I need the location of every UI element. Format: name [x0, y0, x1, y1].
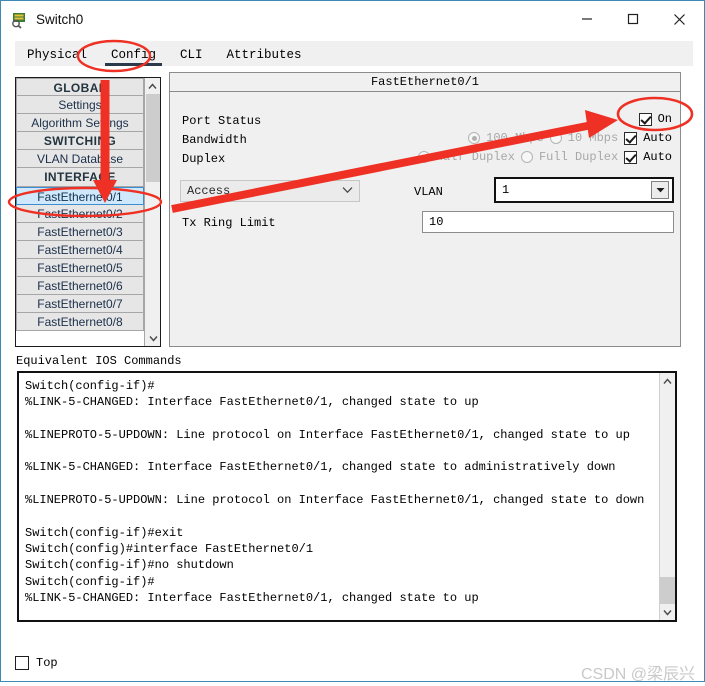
sidebar-item-fastethernet0-2[interactable]: FastEthernet0/2	[16, 204, 144, 223]
chevron-down-icon[interactable]	[146, 330, 160, 346]
tab-config[interactable]: Config	[99, 45, 168, 66]
ios-commands-panel: Switch(config-if)# %LINK-5-CHANGED: Inte…	[17, 371, 677, 622]
sidebar-item-algorithm-settings[interactable]: Algorithm Settings	[16, 114, 144, 133]
equivalent-ios-commands-label: Equivalent IOS Commands	[16, 354, 182, 368]
title-bar: Switch0	[1, 1, 704, 38]
maximize-icon[interactable]	[610, 1, 656, 37]
switchport-mode-value: Access	[187, 184, 231, 198]
sidebar-item-settings[interactable]: Settings	[16, 96, 144, 115]
sidebar-item-fastethernet0-6[interactable]: FastEthernet0/6	[16, 277, 144, 296]
duplex-radio-half[interactable]	[417, 151, 430, 163]
ios-commands-text: Switch(config-if)# %LINK-5-CHANGED: Inte…	[25, 379, 645, 605]
duplex-auto-label: Auto	[643, 150, 672, 164]
chevron-down-icon	[342, 184, 353, 198]
tx-ring-limit-value: 10	[429, 215, 444, 229]
sidebar-item-fastethernet0-4[interactable]: FastEthernet0/4	[16, 240, 144, 259]
sidebar-header-global: GLOBAL	[16, 78, 144, 97]
ios-scroll-thumb[interactable]	[660, 577, 675, 604]
minimize-icon[interactable]	[564, 1, 610, 37]
port-status-on-label: On	[657, 112, 672, 126]
dropdown-arrow-icon[interactable]	[651, 181, 669, 199]
sidebar-header-interface: INTERFACE	[16, 168, 144, 187]
tab-attributes[interactable]: Attributes	[215, 45, 314, 66]
duplex-auto-checkbox[interactable]	[624, 150, 638, 164]
tx-ring-limit-input[interactable]: 10	[422, 211, 674, 233]
top-label: Top	[36, 656, 58, 670]
bandwidth-radio-100mbps[interactable]	[468, 132, 481, 144]
port-status-label: Port Status	[182, 114, 262, 128]
sidebar-scroll-thumb[interactable]	[146, 94, 160, 182]
tab-strip: Physical Config CLI Attributes	[15, 41, 693, 66]
component-list-panel: GLOBAL Settings Algorithm Settings SWITC…	[15, 77, 161, 347]
sidebar-item-fastethernet0-3[interactable]: FastEthernet0/3	[16, 222, 144, 241]
switchport-mode-select[interactable]: Access	[180, 180, 360, 202]
component-list: GLOBAL Settings Algorithm Settings SWITC…	[16, 78, 144, 346]
sidebar-item-fastethernet0-1[interactable]: FastEthernet0/1	[16, 186, 144, 205]
vlan-select[interactable]: 1	[494, 177, 674, 203]
duplex-radio-full[interactable]	[520, 151, 533, 163]
sidebar-item-fastethernet0-5[interactable]: FastEthernet0/5	[16, 258, 144, 278]
chevron-down-icon[interactable]	[660, 604, 675, 620]
close-icon[interactable]	[656, 1, 702, 37]
sidebar-item-vlan-database[interactable]: VLAN Database	[16, 150, 144, 169]
vlan-value: 1	[502, 183, 510, 197]
chevron-up-icon[interactable]	[660, 373, 675, 389]
bandwidth-control: 100 Mbps 10 Mbps Auto	[468, 131, 672, 145]
switch-config-window: Switch0 Physical Config CLI Attributes G…	[0, 0, 705, 682]
duplex-full-label: Full Duplex	[538, 150, 619, 164]
sidebar-item-fastethernet0-7[interactable]: FastEthernet0/7	[16, 295, 144, 314]
switch-device-icon	[10, 11, 28, 29]
sidebar-item-fastethernet0-8[interactable]: FastEthernet0/8	[16, 313, 144, 332]
config-content: GLOBAL Settings Algorithm Settings SWITC…	[15, 66, 693, 656]
ios-scrollbar[interactable]	[659, 373, 675, 620]
port-status-control: On	[638, 112, 672, 126]
tx-ring-limit-label: Tx Ring Limit	[182, 216, 276, 230]
bandwidth-auto-label: Auto	[643, 131, 672, 145]
interface-config-panel: FastEthernet0/1 Port Status Bandwidth Du…	[169, 72, 681, 347]
watermark: CSDN @梁辰兴	[580, 666, 695, 683]
port-status-checkbox[interactable]	[638, 112, 652, 126]
tab-cli[interactable]: CLI	[168, 45, 215, 66]
vlan-label: VLAN	[414, 185, 443, 199]
duplex-label: Duplex	[182, 152, 226, 166]
window-title: Switch0	[36, 12, 84, 27]
sidebar-scrollbar[interactable]	[144, 78, 160, 346]
panel-title: FastEthernet0/1	[170, 73, 680, 92]
bandwidth-10mbps-label: 10 Mbps	[567, 131, 619, 145]
bandwidth-label: Bandwidth	[182, 133, 247, 147]
chevron-up-icon[interactable]	[145, 78, 160, 94]
bandwidth-radio-10mbps[interactable]	[549, 132, 562, 144]
duplex-control: Half Duplex Full Duplex Auto	[417, 150, 672, 164]
bandwidth-auto-checkbox[interactable]	[624, 131, 638, 145]
duplex-half-label: Half Duplex	[435, 150, 515, 164]
window-controls	[564, 1, 702, 37]
sidebar-header-switching: SWITCHING	[16, 132, 144, 151]
tab-physical[interactable]: Physical	[15, 45, 99, 66]
top-checkbox[interactable]	[15, 656, 29, 670]
bandwidth-100mbps-label: 100 Mbps	[486, 131, 544, 145]
